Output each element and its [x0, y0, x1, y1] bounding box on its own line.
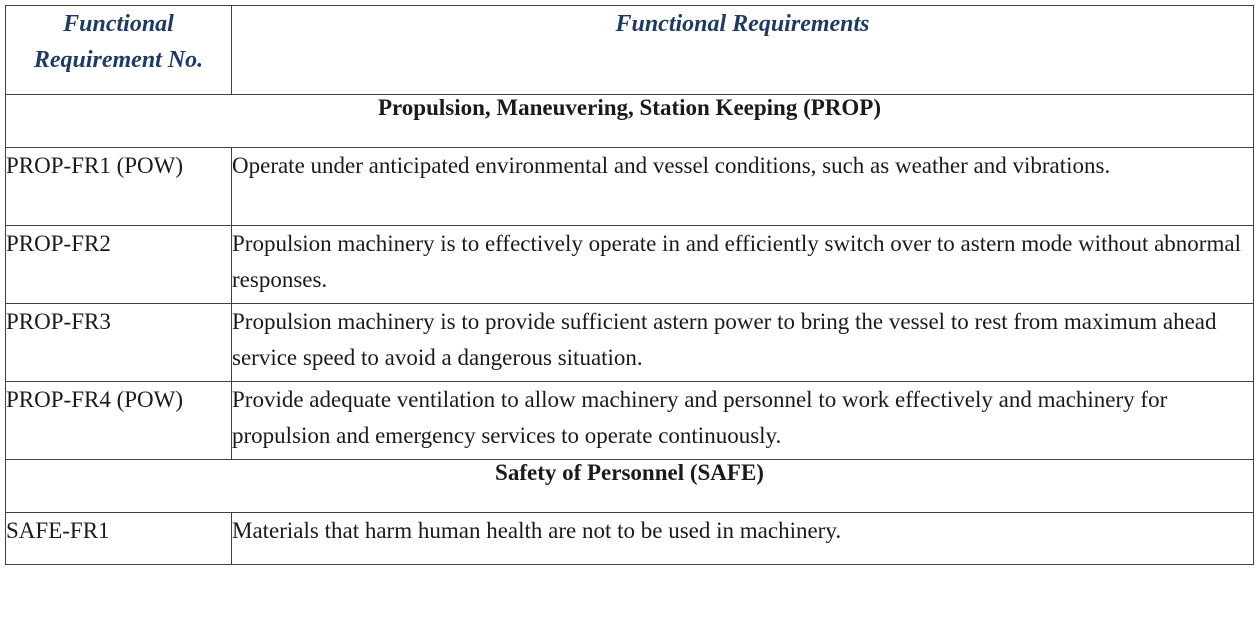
requirement-text: Propulsion machinery is to effectively o…	[231, 225, 1254, 304]
requirement-text: Operate under anticipated environmental …	[231, 147, 1254, 226]
requirement-id: PROP-FR3	[5, 303, 232, 382]
section-title-prop: Propulsion, Maneuvering, Station Keeping…	[5, 94, 1254, 148]
requirement-text: Materials that harm human health are not…	[231, 512, 1254, 565]
header-functional-requirements: Functional Requirements	[231, 5, 1254, 95]
requirement-id: SAFE-FR1	[5, 512, 232, 565]
table-row: PROP-FR4 (POW) Provide adequate ventilat…	[5, 381, 1254, 460]
requirement-id: PROP-FR1 (POW)	[5, 147, 232, 226]
table-row: SAFE-FR1 Materials that harm human healt…	[5, 512, 1254, 565]
requirement-text: Provide adequate ventilation to allow ma…	[231, 381, 1254, 460]
table-row: PROP-FR3 Propulsion machinery is to prov…	[5, 303, 1254, 382]
header-row: Functional Requirement No. Functional Re…	[5, 5, 1254, 95]
section-row-safe: Safety of Personnel (SAFE)	[5, 459, 1254, 513]
section-row-prop: Propulsion, Maneuvering, Station Keeping…	[5, 94, 1254, 148]
section-title-safe: Safety of Personnel (SAFE)	[5, 459, 1254, 513]
requirement-text: Propulsion machinery is to provide suffi…	[231, 303, 1254, 382]
table-row: PROP-FR2 Propulsion machinery is to effe…	[5, 225, 1254, 304]
requirement-id: PROP-FR2	[5, 225, 232, 304]
requirement-id: PROP-FR4 (POW)	[5, 381, 232, 460]
table-row: PROP-FR1 (POW) Operate under anticipated…	[5, 147, 1254, 226]
header-requirement-no: Functional Requirement No.	[5, 5, 232, 95]
requirements-table: Functional Requirement No. Functional Re…	[5, 5, 1254, 565]
